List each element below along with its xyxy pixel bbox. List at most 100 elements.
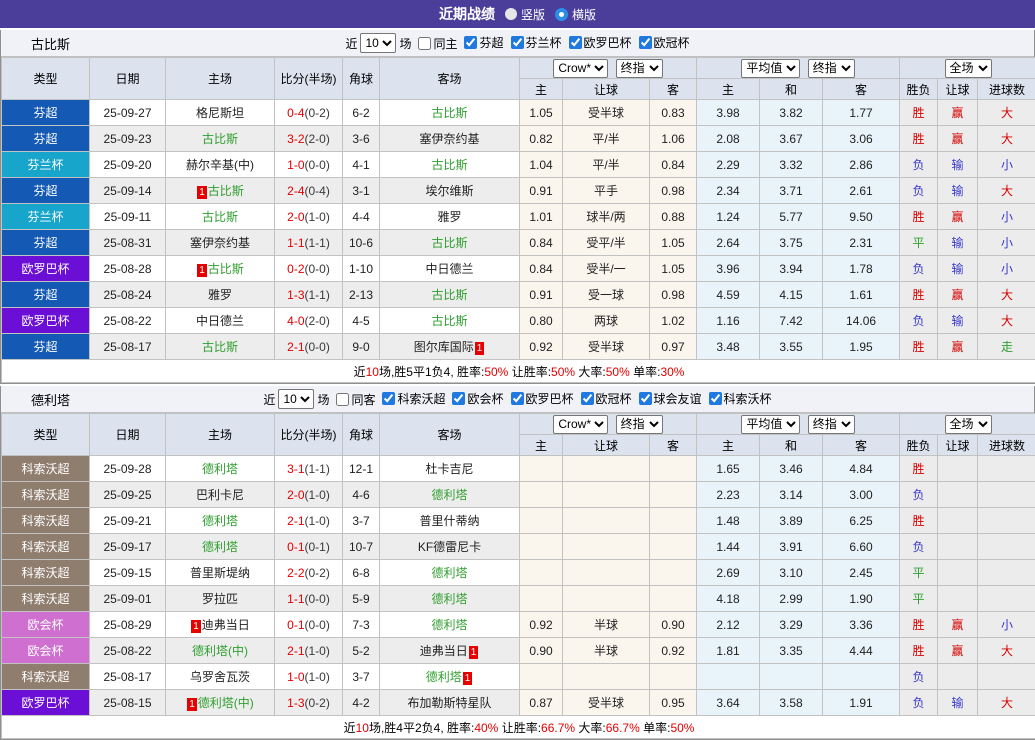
result-handicap: 输	[938, 256, 978, 282]
away-team: 布加勒斯特星队	[380, 690, 520, 716]
corner-cell: 4-6	[343, 482, 380, 508]
average-select[interactable]: 平均值	[741, 415, 800, 434]
odds-handicap	[563, 664, 650, 690]
odds-handicap: 受半球	[563, 334, 650, 360]
league-filter[interactable]: 欧会杯	[445, 390, 503, 407]
result-winloss: 胜	[900, 456, 938, 482]
away-team: 迪弗当日1	[380, 638, 520, 664]
league-filter[interactable]: 欧罗巴杯	[504, 390, 574, 407]
result-goals	[978, 508, 1035, 534]
fullmatch-select[interactable]: 全场	[945, 415, 992, 434]
radio-checked-icon[interactable]	[555, 8, 568, 21]
home-team: 1德利塔(中)	[166, 690, 275, 716]
sub-col-handicap2: 让球	[938, 79, 978, 100]
league-checkbox[interactable]	[511, 392, 524, 405]
match-date: 25-08-17	[90, 664, 166, 690]
home-team: 巴利卡尼	[166, 482, 275, 508]
corner-cell: 4-2	[343, 690, 380, 716]
league-checkbox[interactable]	[511, 36, 524, 49]
sub-col-handicap: 让球	[563, 435, 650, 456]
avg-home: 1.48	[697, 508, 760, 534]
odds-handicap: 平/半	[563, 152, 650, 178]
away-team: 德利塔1	[380, 664, 520, 690]
sub-col-goals: 进球数	[978, 435, 1035, 456]
bookmaker-header: Crow* 终指	[520, 58, 697, 79]
league-checkbox[interactable]	[382, 392, 395, 405]
sub-col-handicap2: 让球	[938, 435, 978, 456]
league-checkbox[interactable]	[464, 36, 477, 49]
bookmaker-select[interactable]: Crow*	[553, 59, 608, 78]
odds-handicap: 半球	[563, 612, 650, 638]
odds-time-select[interactable]: 终指	[616, 415, 663, 434]
same-venue-checkbox[interactable]	[418, 37, 431, 50]
same-venue-checkbox[interactable]	[336, 393, 349, 406]
home-team: 塞伊奈约基	[166, 230, 275, 256]
red-card-badge: 1	[197, 264, 207, 277]
odds-away	[650, 456, 697, 482]
corner-cell: 5-2	[343, 638, 380, 664]
avg-away: 6.60	[823, 534, 900, 560]
league-filter[interactable]: 欧罗巴杯	[562, 34, 632, 51]
same-venue-filter[interactable]: 同主	[411, 35, 457, 52]
match-row: 科索沃超25-09-17德利塔0-1(0-1)10-7KF德雷尼卡1.443.9…	[2, 534, 1035, 560]
odds-handicap	[563, 560, 650, 586]
league-checkbox[interactable]	[569, 36, 582, 49]
odds-time-select[interactable]: 终指	[616, 59, 663, 78]
average-header: 平均值 终指	[697, 414, 900, 435]
league-filter[interactable]: 科索沃杯	[702, 390, 772, 407]
match-row: 芬超25-08-31塞伊奈约基1-1(1-1)10-6古比斯0.84受平/半1.…	[2, 230, 1035, 256]
odds-away	[650, 586, 697, 612]
odds-away	[650, 664, 697, 690]
avg-away: 3.00	[823, 482, 900, 508]
home-team: 德利塔	[166, 534, 275, 560]
home-team: 古比斯	[166, 204, 275, 230]
league-filter[interactable]: 欧冠杯	[574, 390, 632, 407]
avg-draw: 3.58	[760, 690, 823, 716]
odds-home: 0.82	[520, 126, 563, 152]
odds-time-select-2[interactable]: 终指	[808, 59, 855, 78]
same-venue-filter[interactable]: 同客	[329, 391, 375, 408]
radio-unchecked-icon[interactable]	[505, 8, 517, 20]
odds-away	[650, 482, 697, 508]
average-select[interactable]: 平均值	[741, 59, 800, 78]
league-checkbox[interactable]	[709, 392, 722, 405]
avg-home: 3.48	[697, 334, 760, 360]
avg-home: 2.08	[697, 126, 760, 152]
league-type-cell: 科索沃超	[2, 482, 90, 508]
layout-option-horizontal[interactable]: 横版	[555, 6, 596, 23]
score-cell: 2-4(0-4)	[275, 178, 343, 204]
col-date: 日期	[90, 58, 166, 100]
league-filter[interactable]: 芬超	[457, 34, 503, 51]
score-cell: 0-2(0-0)	[275, 256, 343, 282]
league-checkbox[interactable]	[639, 36, 652, 49]
away-team: 埃尔维斯	[380, 178, 520, 204]
home-team: 格尼斯坦	[166, 100, 275, 126]
league-filter[interactable]: 欧冠杯	[632, 34, 690, 51]
score-cell: 1-0(0-0)	[275, 152, 343, 178]
col-date: 日期	[90, 414, 166, 456]
avg-draw	[760, 664, 823, 690]
col-home: 主场	[166, 414, 275, 456]
match-count-select[interactable]: 10	[360, 33, 396, 53]
league-checkbox[interactable]	[639, 392, 652, 405]
fullmatch-select[interactable]: 全场	[945, 59, 992, 78]
odds-handicap: 受一球	[563, 282, 650, 308]
league-checkbox[interactable]	[581, 392, 594, 405]
league-type-cell: 芬超	[2, 100, 90, 126]
avg-draw: 3.10	[760, 560, 823, 586]
bookmaker-select[interactable]: Crow*	[553, 415, 608, 434]
match-date: 25-08-22	[90, 638, 166, 664]
layout-option-vertical[interactable]: 竖版	[505, 6, 545, 23]
league-filter[interactable]: 球会友谊	[632, 390, 702, 407]
avg-away: 3.06	[823, 126, 900, 152]
league-filter[interactable]: 科索沃超	[375, 390, 445, 407]
avg-away: 9.50	[823, 204, 900, 230]
league-checkbox[interactable]	[452, 392, 465, 405]
odds-away: 1.05	[650, 230, 697, 256]
result-goals: 小	[978, 612, 1035, 638]
result-winloss: 负	[900, 152, 938, 178]
match-count-select[interactable]: 10	[278, 389, 314, 409]
odds-time-select-2[interactable]: 终指	[808, 415, 855, 434]
league-filter[interactable]: 芬兰杯	[504, 34, 562, 51]
avg-away: 2.61	[823, 178, 900, 204]
